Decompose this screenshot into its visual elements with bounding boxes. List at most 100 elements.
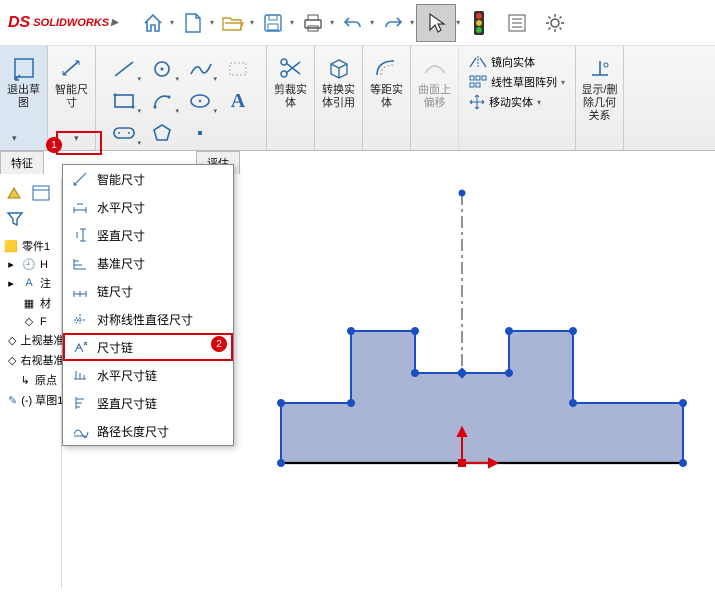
point-tool[interactable] [182, 118, 218, 148]
offset-button[interactable]: 等距实 体 [368, 50, 405, 114]
tree-root[interactable]: 🟨零件1 [2, 236, 59, 256]
feature-tree-panel: 🟨零件1 ▸🕘H ▸A注 ▦材 ◇F ◇上视基准面 ◇右视基准面 ↳原点 ✎(-… [0, 178, 62, 589]
surface-icon [421, 54, 449, 82]
cube-icon [325, 54, 353, 82]
transform-group: 镜向实体 线性草图阵列▾ 移动实体▾ [459, 46, 576, 150]
config-icon[interactable] [4, 182, 26, 204]
save-button[interactable] [256, 6, 290, 40]
offset-icon [373, 54, 401, 82]
trim-group: 剪裁实 体 [267, 46, 315, 150]
cursor-select-button[interactable] [416, 4, 456, 42]
exit-sketch-icon [10, 54, 38, 82]
smart-dim-button[interactable]: 智能尺 寸 [53, 50, 90, 114]
traffic-icon[interactable] [462, 6, 496, 40]
arc-tool[interactable]: ▾ [144, 86, 180, 116]
app-logo: DS SOLIDWORKS ▶ [6, 14, 124, 32]
redo-button[interactable] [376, 6, 410, 40]
offset-group: 等距实 体 [363, 46, 411, 150]
slot-tool[interactable]: ▾ [106, 118, 142, 148]
menu-vertical-dim[interactable]: 竖直尺寸 [63, 221, 233, 249]
logo-arrow-icon[interactable]: ▶ [111, 17, 118, 28]
showrel-group: 显示/删 除几何 关系 [576, 46, 624, 150]
line-tool[interactable]: ▾ [106, 54, 142, 84]
menu-symlinear-dim[interactable]: 对称线性直径尺寸 [63, 305, 233, 333]
ribbon: 退出草 图 智能尺 寸 ▾ ▾ ▾ ▾ ▾ ▾ A ▾ 剪裁实 体 [0, 46, 715, 151]
showrel-button[interactable]: 显示/删 除几何 关系 [579, 50, 619, 127]
tree-item[interactable]: ◇右视基准面 [2, 350, 59, 370]
feature-tree: 🟨零件1 ▸🕘H ▸A注 ▦材 ◇F ◇上视基准面 ◇右视基准面 ↳原点 ✎(-… [0, 234, 61, 412]
smartdim-icon [71, 170, 89, 188]
menu-horizontal-dim[interactable]: 水平尺寸 [63, 193, 233, 221]
tree-item[interactable]: ▸🕘H [2, 256, 59, 273]
menu-h-ordinate[interactable]: 水平尺寸链 [63, 361, 233, 389]
menu-baseline-dim[interactable]: 基准尺寸 [63, 249, 233, 277]
ribbon-quick-arrow-2[interactable]: ▾ [74, 133, 79, 144]
ribbon-quick-arrow-1[interactable]: ▾ [12, 133, 17, 144]
gear-icon[interactable] [538, 6, 572, 40]
logo-ds: DS [8, 14, 30, 32]
dimension-menu: 智能尺寸 水平尺寸 竖直尺寸 基准尺寸 链尺寸 对称线性直径尺寸 尺寸链 2 水… [62, 164, 234, 446]
history-icon: 🕘 [22, 258, 36, 271]
menu-path-length[interactable]: 路径长度尺寸 [63, 417, 233, 445]
rectangle-tool[interactable]: ▾ [106, 86, 142, 116]
plane-icon: ◇ [8, 334, 16, 347]
material-icon: ▦ [22, 297, 36, 310]
exit-sketch-group: 退出草 图 [0, 46, 48, 150]
perpendicular-icon [586, 54, 614, 82]
spline-tool[interactable]: ▾ [182, 54, 218, 84]
ellipse-tool[interactable]: ▾ [182, 86, 218, 116]
tree-item[interactable]: ▸A注 [2, 273, 59, 293]
pattern-button[interactable]: 线性草图阵列▾ [469, 74, 565, 90]
trim-label: 剪裁实 体 [274, 84, 307, 110]
smart-dim-label: 智能尺 寸 [55, 84, 88, 110]
logo-name: SOLIDWORKS [33, 17, 109, 29]
plane-icon: ◇ [8, 354, 16, 367]
tree-item[interactable]: ◇F [2, 313, 59, 330]
new-button[interactable] [176, 6, 210, 40]
basedim-icon [71, 254, 89, 272]
list-icon[interactable] [500, 6, 534, 40]
showrel-label: 显示/删 除几何 关系 [581, 84, 617, 123]
text-tool[interactable]: A [220, 86, 256, 116]
hdim-icon [71, 198, 89, 216]
convert-group: 转换实 体引用 [315, 46, 363, 150]
undo-button[interactable] [336, 6, 370, 40]
exit-sketch-button[interactable]: 退出草 图 [5, 50, 42, 114]
circle-tool[interactable]: ▾ [144, 54, 180, 84]
polygon-tool[interactable] [144, 118, 180, 148]
tree-item[interactable]: ◇上视基准面 [2, 330, 59, 350]
display-pane-icon[interactable] [30, 182, 52, 204]
sketch-tools-group: ▾ ▾ ▾ ▾ ▾ ▾ A ▾ [96, 46, 267, 150]
hordinate-icon [71, 366, 89, 384]
convert-button[interactable]: 转换实 体引用 [320, 50, 357, 114]
annotation-icon: A [22, 277, 36, 289]
onsurface-group: 曲面上 偏移 [411, 46, 459, 150]
menu-smart-dim[interactable]: 智能尺寸 [63, 165, 233, 193]
rect-dash-tool[interactable] [220, 54, 256, 84]
offset-label: 等距实 体 [370, 84, 403, 110]
menu-chain-dim[interactable]: 链尺寸 [63, 277, 233, 305]
smart-dim-icon [58, 54, 86, 82]
origin-icon: ↳ [20, 374, 32, 387]
annotation-badge-1: 1 [46, 137, 62, 153]
menu-ordinate-dim[interactable]: 尺寸链 2 [63, 333, 233, 361]
move-button[interactable]: 移动实体▾ [469, 94, 565, 110]
filter-icon[interactable] [4, 208, 26, 230]
trim-button[interactable]: 剪裁实 体 [272, 50, 309, 114]
annotation-badge-2: 2 [211, 336, 227, 352]
ordinate-icon [71, 338, 89, 356]
part-icon: 🟨 [4, 240, 18, 253]
onsurface-label: 曲面上 偏移 [418, 84, 451, 110]
menu-v-ordinate[interactable]: 竖直尺寸链 [63, 389, 233, 417]
plane-icon: ◇ [22, 315, 36, 328]
print-button[interactable] [296, 6, 330, 40]
pathlen-icon [71, 422, 89, 440]
mirror-button[interactable]: 镜向实体 [469, 54, 565, 70]
open-button[interactable] [216, 6, 250, 40]
tree-item[interactable]: ↳原点 [2, 370, 59, 390]
tree-item[interactable]: ✎(-) 草图1 [2, 390, 59, 410]
vordinate-icon [71, 394, 89, 412]
tree-item[interactable]: ▦材 [2, 293, 59, 313]
home-button[interactable] [136, 6, 170, 40]
tab-features[interactable]: 特征 [0, 151, 44, 174]
